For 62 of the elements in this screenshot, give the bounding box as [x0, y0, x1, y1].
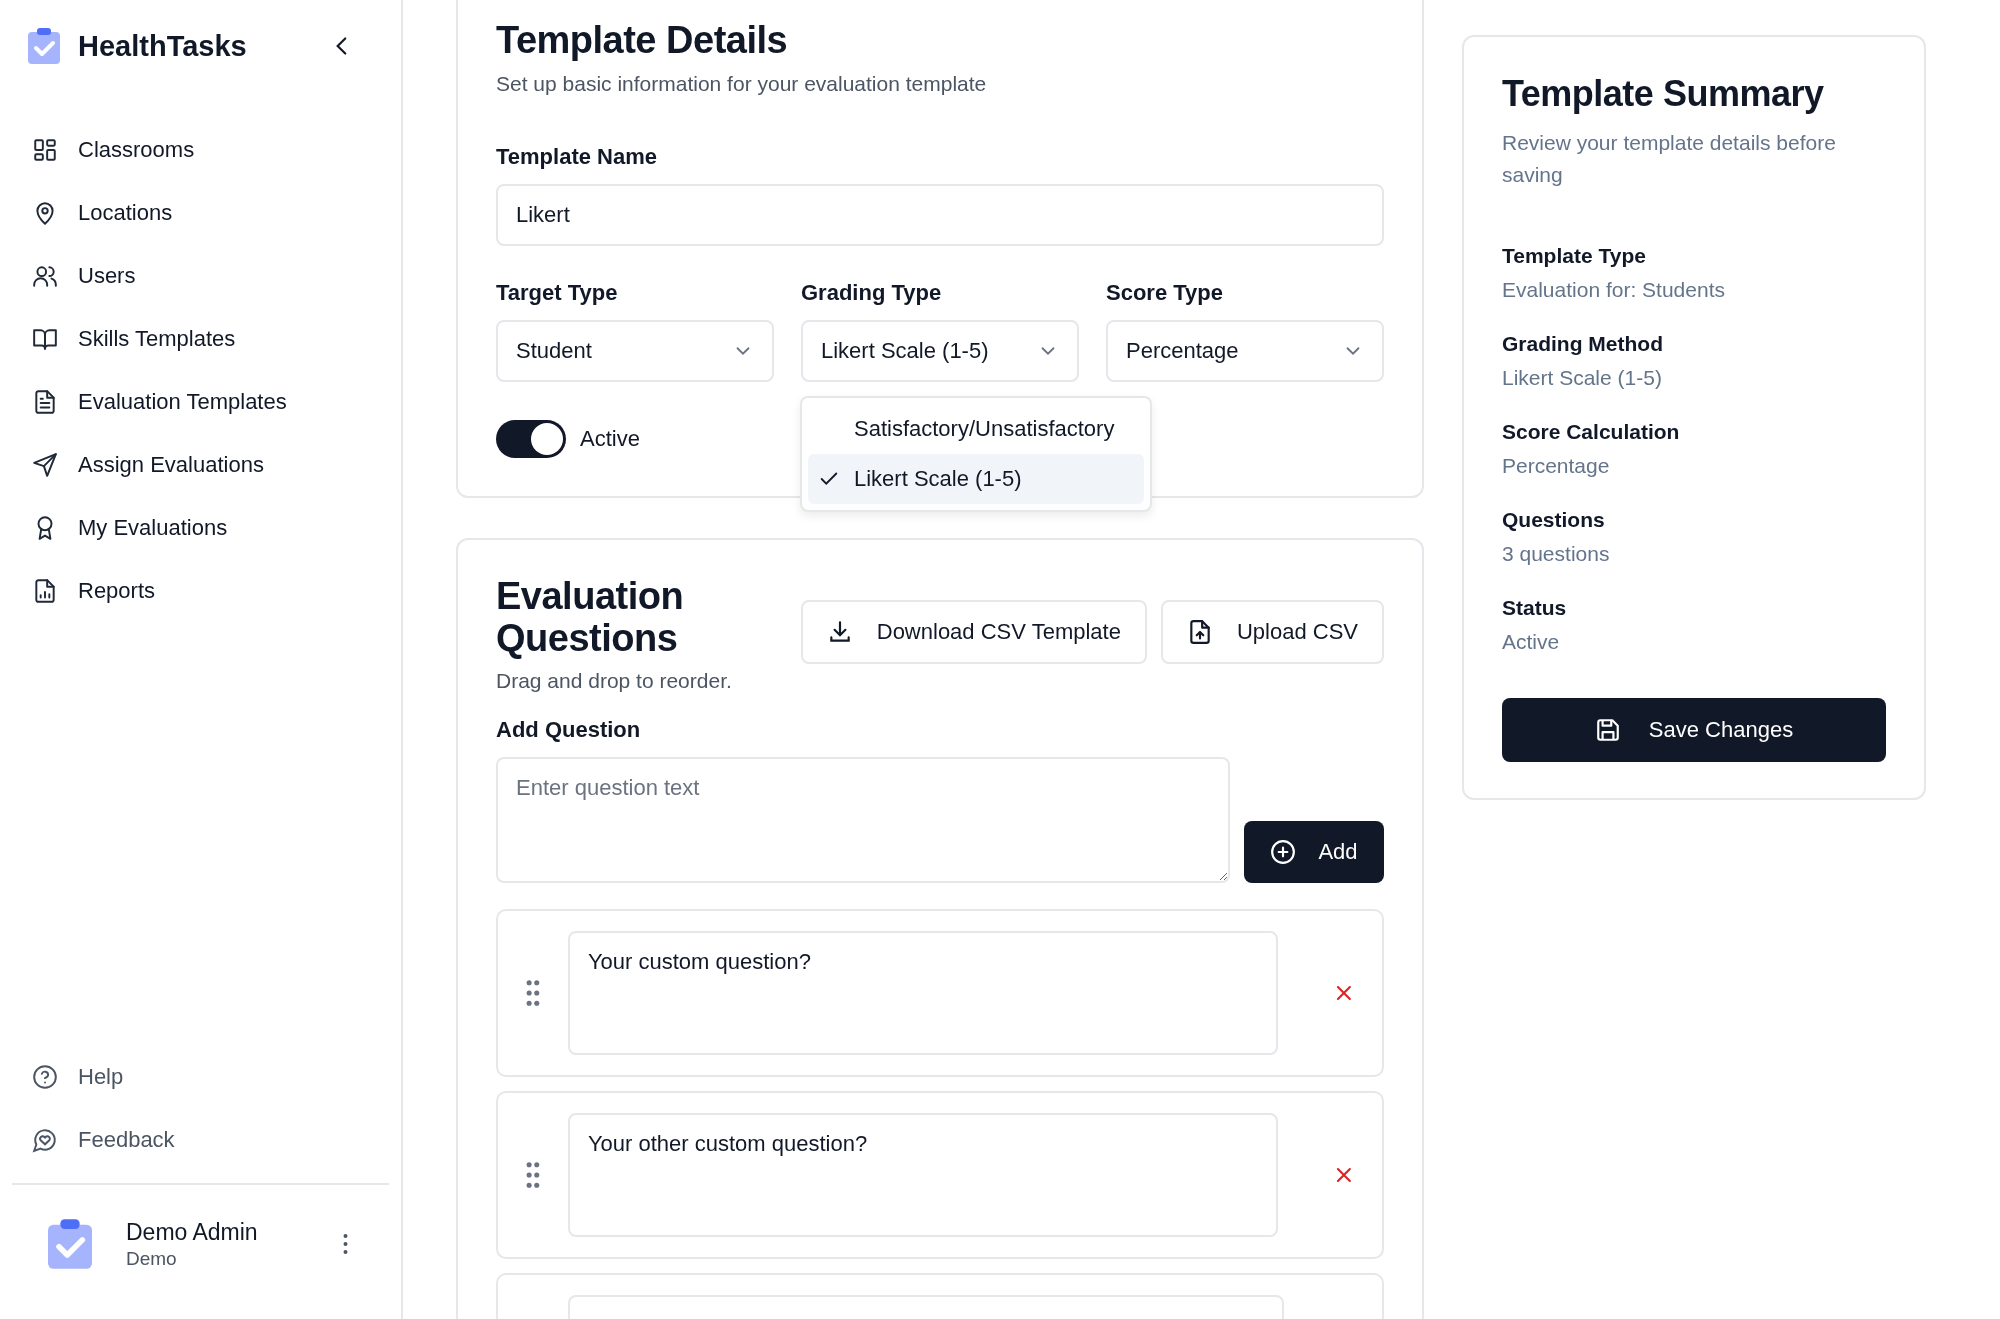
drag-handle-icon[interactable] — [526, 979, 540, 1008]
sidebar-item[interactable]: Locations — [12, 181, 389, 244]
summary-label: Score Calculation — [1502, 420, 1681, 444]
question-field[interactable]: Your other custom question? — [567, 1113, 1279, 1238]
summary-label: Status — [1502, 596, 1568, 620]
chat-heart-icon — [32, 1126, 58, 1153]
document-icon — [32, 388, 58, 415]
send-icon — [32, 451, 58, 478]
plus-circle-icon — [1270, 839, 1297, 866]
sidebar-item[interactable]: Assign Evaluations — [12, 433, 389, 496]
upload-csv-button[interactable]: Upload CSV — [1160, 599, 1384, 664]
clipboard-logo-icon — [28, 27, 60, 65]
select-field[interactable]: Percentage — [1106, 319, 1384, 382]
field-label: Template Name — [496, 143, 658, 170]
select-field[interactable]: Likert Scale (1-5) — [801, 319, 1079, 382]
summary-label: Questions — [1502, 508, 1606, 532]
app-name: HealthTasks — [78, 29, 248, 63]
add-button[interactable]: Add — [1244, 821, 1384, 884]
user-name: Demo Admin — [126, 1218, 259, 1246]
card-title: Template Details — [496, 20, 789, 62]
question-input-field[interactable]: Enter question text — [496, 757, 1230, 884]
download-csv-button[interactable]: Download CSV Template — [800, 599, 1147, 664]
more-icon[interactable] — [342, 1232, 349, 1256]
sidebar-item[interactable]: Classrooms — [12, 118, 389, 181]
question-field[interactable]: Your custom question? — [567, 931, 1279, 1056]
field-label: Add Question — [496, 717, 642, 744]
sidebar-item[interactable]: Users — [12, 244, 389, 307]
summary-value: Likert Scale (1-5) — [1502, 366, 1663, 390]
field-label: Target Type — [496, 279, 619, 306]
drag-handle-icon[interactable] — [526, 1161, 540, 1190]
report-icon — [32, 577, 58, 604]
card-subtitle: Set up basic information for your evaluation template — [496, 71, 988, 96]
sidebar-item[interactable]: Skills Templates — [12, 307, 389, 370]
sidebar-item[interactable]: My Evaluations — [12, 496, 389, 559]
sidebar-item[interactable]: Evaluation Templates — [12, 370, 389, 433]
help-icon — [32, 1063, 58, 1090]
toggle-label: Active — [580, 425, 640, 452]
dropdown-option[interactable]: Satisfactory/Unsatisfactory — [808, 404, 1144, 454]
sidebar-item[interactable]: Feedback — [12, 1108, 389, 1171]
template-name-field[interactable]: Likert — [496, 183, 1384, 246]
summary-label: Grading Method — [1502, 332, 1664, 356]
summary-value: Evaluation for: Students — [1502, 278, 1726, 302]
save-changes-button[interactable]: Save Changes — [1502, 698, 1886, 762]
card-subtitle: Review your template details before saving — [1502, 130, 1837, 188]
sidebar-item[interactable]: Help — [12, 1045, 389, 1108]
card-title: Template Summary — [1502, 73, 1825, 115]
field-label: Score Type — [1106, 279, 1224, 306]
card-subtitle: Drag and drop to reorder. — [496, 669, 733, 694]
sidebar-item[interactable]: Reports — [12, 559, 389, 622]
save-icon — [1594, 717, 1621, 743]
summary-label: Template Type — [1502, 244, 1647, 268]
summary-value: 3 questions — [1502, 542, 1611, 566]
dropdown-option[interactable]: Likert Scale (1-5) — [808, 454, 1144, 504]
avatar-icon — [48, 1218, 92, 1270]
field-label: Grading Type — [801, 279, 943, 306]
user-role: Demo — [126, 1247, 178, 1270]
card-title: Evaluation Questions — [496, 575, 685, 660]
grid-icon — [32, 136, 58, 163]
summary-value: Active — [1502, 630, 1561, 654]
summary-value: Percentage — [1502, 454, 1611, 478]
active-toggle[interactable] — [496, 419, 566, 458]
select-field[interactable]: Student — [496, 319, 774, 382]
